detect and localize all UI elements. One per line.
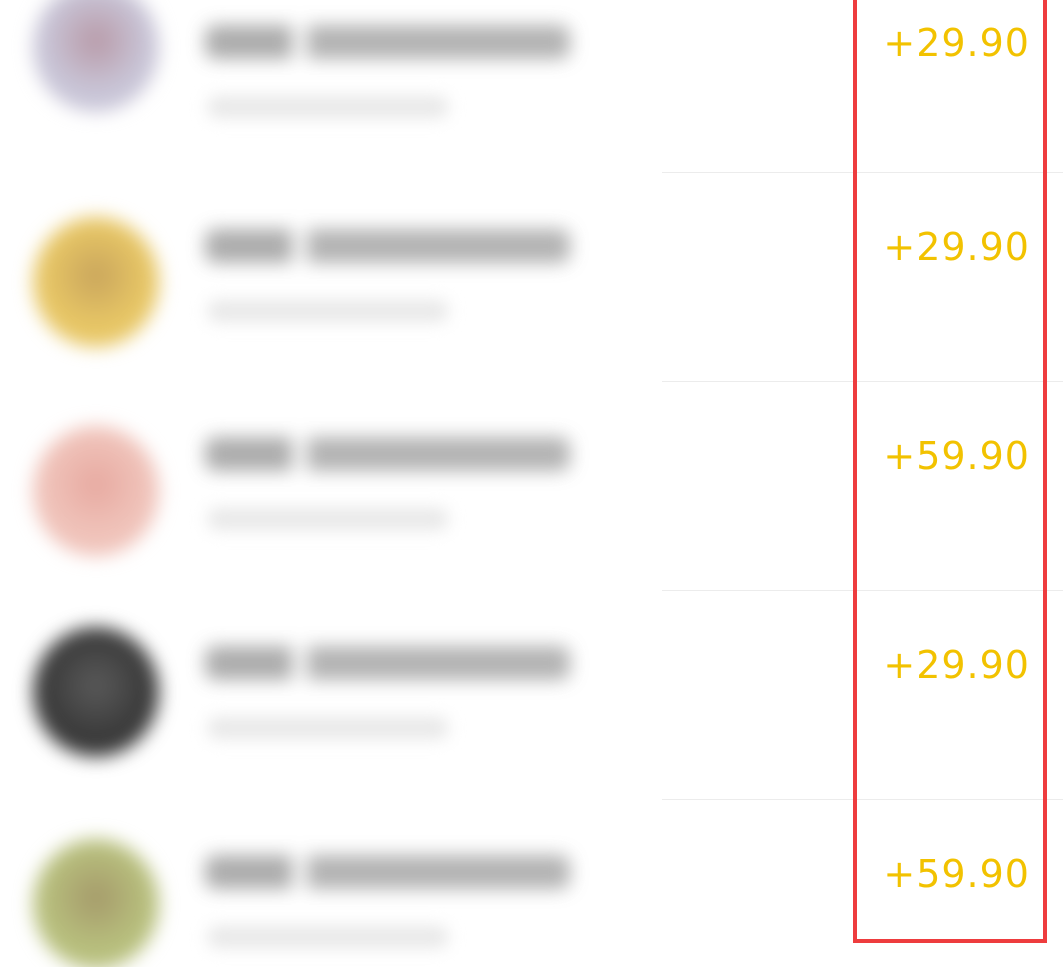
- redacted-detail: [208, 300, 448, 322]
- redacted-detail: [208, 96, 448, 118]
- redacted-detail: [208, 508, 448, 530]
- avatar: [33, 426, 159, 556]
- redacted-name: [205, 229, 570, 263]
- redacted-name: [205, 646, 570, 680]
- redacted-name: [205, 437, 570, 471]
- list-item[interactable]: +29.90: [0, 172, 1063, 381]
- amount-label: +59.90: [883, 434, 1030, 478]
- amount-label: +29.90: [883, 21, 1030, 65]
- transaction-list: +29.90 +29.90 +59.90 +29.90 +59.90: [0, 0, 1063, 967]
- redacted-name: [205, 855, 570, 889]
- list-item[interactable]: +29.90: [0, 0, 1063, 179]
- avatar: [33, 839, 159, 967]
- amount-label: +29.90: [883, 225, 1030, 269]
- avatar: [33, 217, 159, 347]
- list-item[interactable]: +59.90: [0, 799, 1063, 967]
- redacted-detail: [208, 926, 448, 948]
- transaction-list-screen: +29.90 +29.90 +59.90 +29.90 +59.90: [0, 0, 1063, 967]
- amount-label: +59.90: [883, 852, 1030, 896]
- amount-label: +29.90: [883, 643, 1030, 687]
- avatar: [33, 0, 159, 112]
- list-item[interactable]: +59.90: [0, 381, 1063, 590]
- redacted-name: [205, 25, 570, 59]
- list-item[interactable]: +29.90: [0, 590, 1063, 799]
- avatar: [33, 627, 159, 757]
- redacted-detail: [208, 717, 448, 739]
